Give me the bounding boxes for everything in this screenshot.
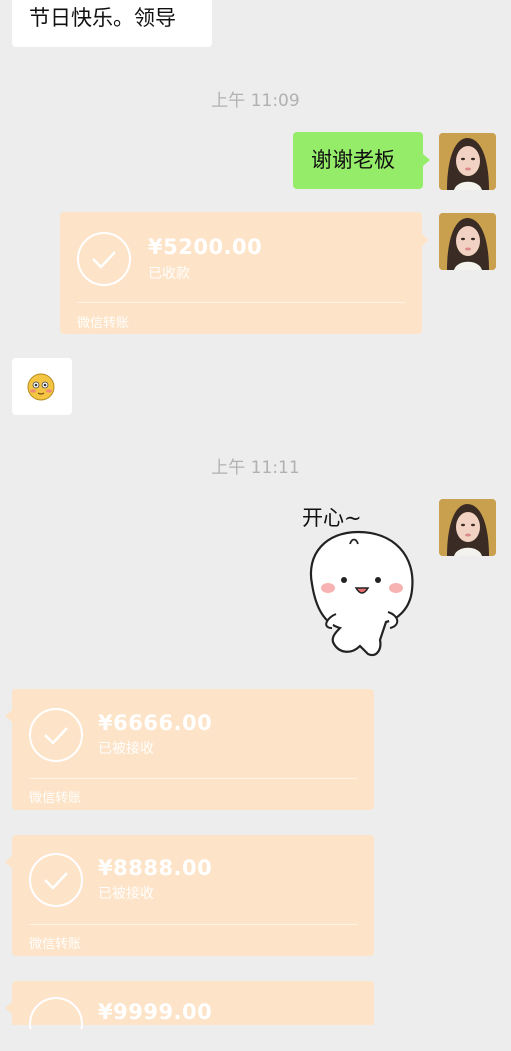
transfer-label: 微信转账 [77, 316, 130, 331]
transfer-label: 微信转账 [29, 791, 82, 806]
bubble-tail [5, 856, 12, 868]
transfer-card[interactable]: ¥5200.00 已收款 微信转账 [60, 212, 422, 334]
divider [29, 778, 357, 779]
sticker-image [309, 530, 414, 657]
avatar-image [439, 213, 496, 270]
message-bubble-incoming[interactable]: 节日快乐。领导 [12, 0, 212, 47]
transfer-amount: ¥6666.00 [98, 711, 213, 735]
bubble-tail [5, 710, 12, 722]
transfer-status: 已收款 [148, 266, 190, 282]
transfer-status: 已被接收 [98, 886, 154, 902]
blushing-face-emoji-icon [27, 373, 55, 401]
check-circle-icon [29, 997, 83, 1029]
check-circle-icon [77, 232, 131, 286]
divider [29, 924, 357, 925]
check-circle-icon [29, 853, 83, 907]
transfer-card[interactable]: ¥6666.00 已被接收 微信转账 [12, 689, 374, 810]
avatar-image [439, 499, 496, 556]
avatar[interactable] [439, 133, 496, 190]
transfer-amount: ¥8888.00 [98, 856, 213, 880]
message-text: 谢谢老板 [311, 148, 395, 172]
transfer-card[interactable]: ¥9999.00 [12, 981, 374, 1029]
bubble-tail [423, 154, 430, 166]
transfer-card[interactable]: ¥8888.00 已被接收 微信转账 [12, 835, 374, 956]
transfer-label: 微信转账 [29, 937, 82, 952]
transfer-amount: ¥5200.00 [148, 235, 263, 259]
transfer-status: 已被接收 [98, 741, 154, 757]
avatar[interactable] [439, 499, 496, 556]
timestamp: 上午 11:09 [211, 91, 300, 111]
divider [77, 302, 405, 303]
timestamp: 上午 11:11 [211, 458, 300, 478]
transfer-amount: ¥9999.00 [98, 1000, 213, 1024]
avatar-image [439, 133, 496, 190]
bubble-tail [5, 1002, 12, 1014]
message-bubble-incoming[interactable] [12, 358, 72, 415]
avatar[interactable] [439, 213, 496, 270]
happy-cartoon-sticker[interactable]: 开心~ [296, 500, 430, 662]
message-text: 节日快乐。领导 [29, 6, 176, 30]
check-circle-icon [29, 708, 83, 762]
bubble-tail [422, 234, 429, 246]
message-bubble-outgoing[interactable]: 谢谢老板 [293, 132, 423, 189]
